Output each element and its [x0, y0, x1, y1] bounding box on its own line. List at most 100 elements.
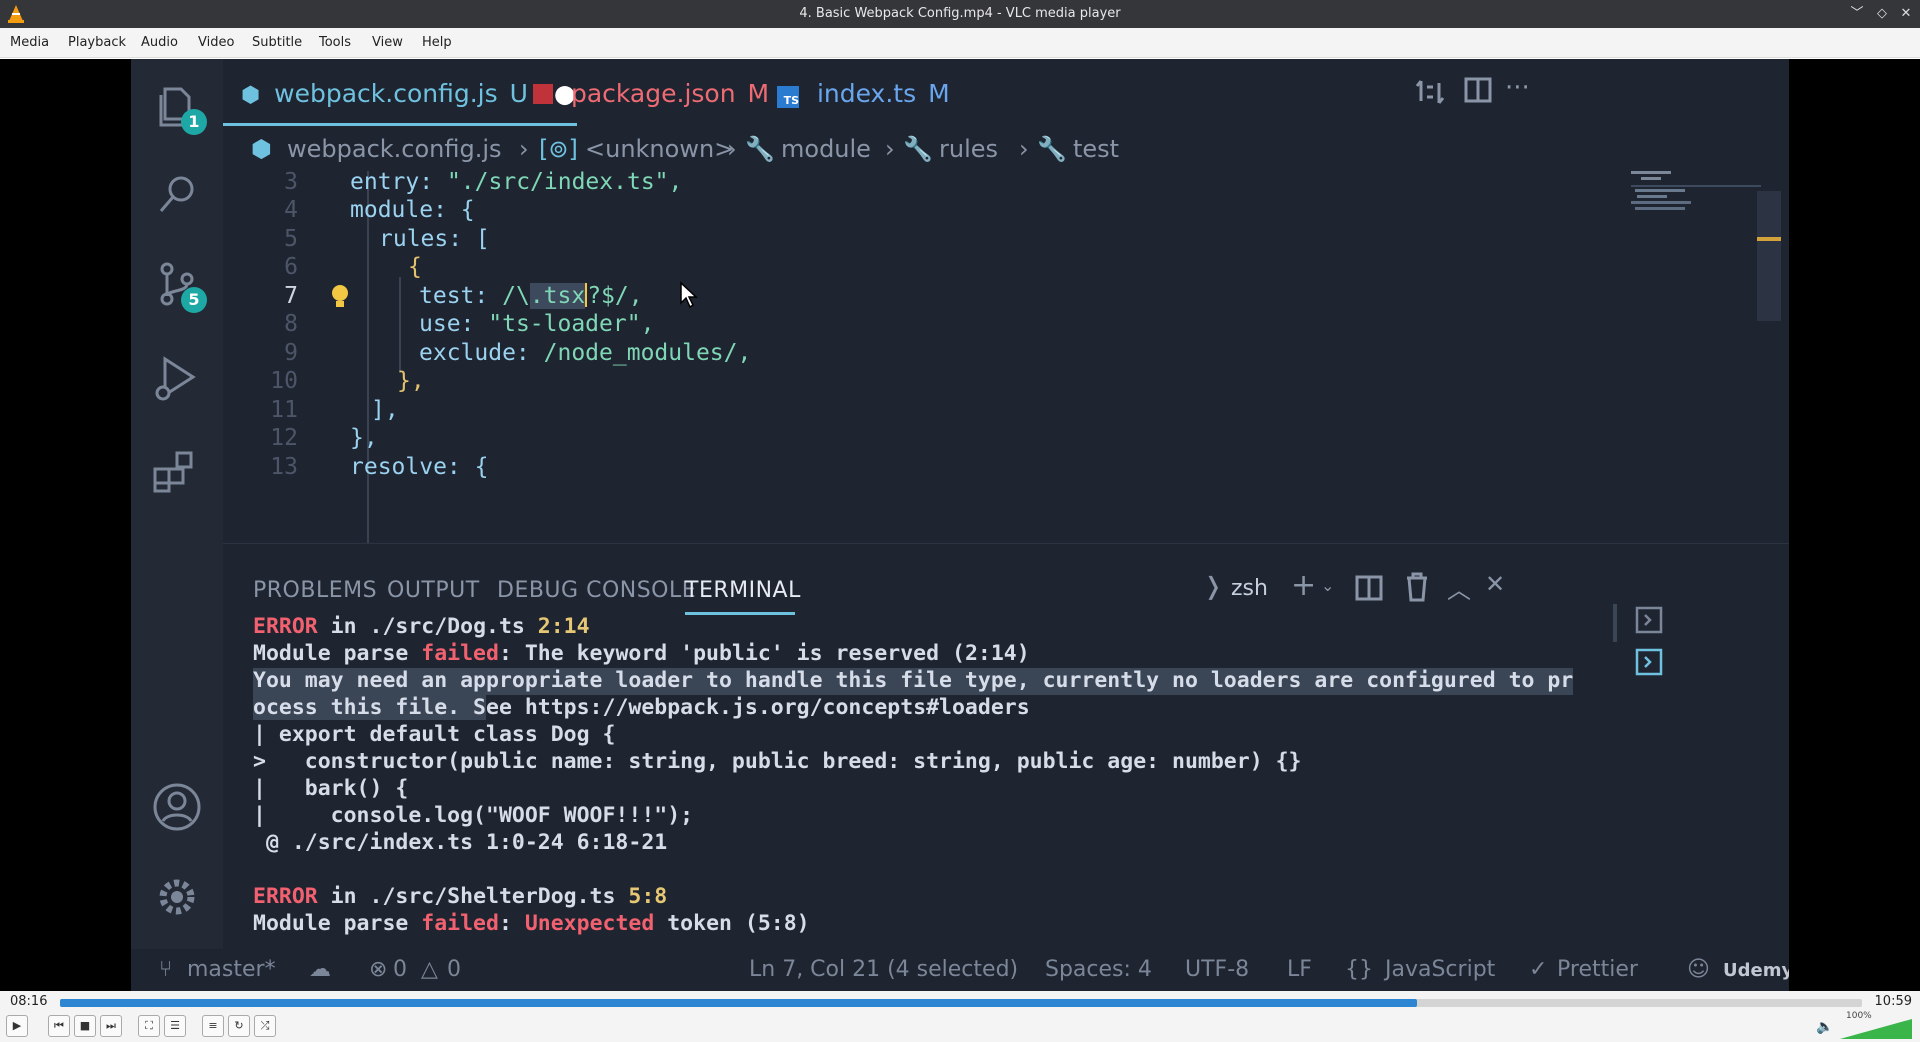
- menu-playback[interactable]: Playback: [68, 35, 126, 50]
- menu-bar: Media Playback Audio Video Subtitle Tool…: [0, 28, 1920, 58]
- terminal-line: > constructor(public name: string, publi…: [253, 749, 1302, 774]
- terminal-line: You may need an appropriate loader to ha…: [253, 668, 1574, 695]
- playback-controls: 08:16 10:59 ▶ ⏮ ■ ⏭ ⛶ ☰ ≡ ↻ ⤮ 🔈 100%: [0, 991, 1920, 1042]
- symbol-icon: [⊚]: [539, 135, 578, 163]
- warning-icon: △: [421, 957, 438, 982]
- total-time: 10:59: [1874, 994, 1912, 1009]
- new-terminal-icon[interactable]: +: [1291, 568, 1316, 603]
- tab-problems[interactable]: PROBLEMS: [253, 578, 377, 603]
- terminal-icon: ❭: [1203, 572, 1224, 600]
- braces-icon: {}: [1345, 957, 1373, 982]
- line-number: 10: [270, 368, 298, 394]
- status-branch: master*: [187, 957, 276, 982]
- elapsed-time: 08:16: [10, 994, 48, 1009]
- scrollbar-marker: [1757, 237, 1781, 241]
- split-terminal-icon[interactable]: [1355, 574, 1383, 602]
- code-line: entry: "./src/index.ts",: [350, 171, 683, 195]
- npm-file-icon: [533, 84, 553, 104]
- explorer-icon: 1: [151, 81, 207, 135]
- seek-bar[interactable]: [60, 999, 1862, 1007]
- tab-debug-console[interactable]: DEBUG CONSOLE: [497, 578, 696, 603]
- menu-tools[interactable]: Tools: [319, 35, 351, 50]
- menu-video[interactable]: Video: [198, 35, 234, 50]
- speaker-icon[interactable]: 🔈: [1816, 1019, 1833, 1035]
- line-number: 5: [284, 226, 298, 252]
- close-icon[interactable]: ✕: [1896, 4, 1916, 24]
- tab-terminal[interactable]: TERMINAL: [685, 578, 801, 603]
- code-line: rules: [: [379, 226, 490, 252]
- status-encoding: UTF-8: [1185, 957, 1250, 982]
- wrench-icon: 🔧: [745, 135, 775, 163]
- terminal-line: Module parse failed: The keyword 'public…: [253, 641, 1030, 666]
- window-title: 4. Basic Webpack Config.mp4 - VLC media …: [799, 6, 1121, 21]
- menu-view[interactable]: View: [372, 35, 403, 50]
- terminal-line: | export default class Dog {: [253, 722, 616, 747]
- code-line: },: [350, 425, 378, 451]
- menu-subtitle[interactable]: Subtitle: [252, 35, 302, 50]
- status-indentation: Spaces: 4: [1045, 957, 1152, 982]
- status-warnings: 0: [447, 957, 461, 982]
- shuffle-button[interactable]: ⤮: [254, 1015, 276, 1037]
- title-bar: 4. Basic Webpack Config.mp4 - VLC media …: [0, 0, 1920, 28]
- webpack-file-icon: ⬢: [241, 83, 261, 108]
- status-errors: 0: [393, 957, 407, 982]
- play-button[interactable]: ▶: [6, 1015, 28, 1037]
- fullscreen-button[interactable]: ⛶: [138, 1015, 160, 1037]
- line-number: 7: [284, 283, 298, 309]
- lightbulb-icon[interactable]: [329, 283, 351, 311]
- status-cursor-position: Ln 7, Col 21 (4 selected): [749, 957, 1019, 982]
- volume-level: [1840, 1019, 1912, 1039]
- code-line: {: [408, 254, 422, 280]
- code-line: resolve: {: [350, 454, 489, 480]
- close-panel-icon[interactable]: ✕: [1485, 570, 1505, 598]
- line-number: 8: [284, 311, 298, 337]
- line-number: 6: [284, 254, 298, 280]
- line-number: 11: [270, 397, 298, 423]
- vscode-frame: 1 5 ⬢ webpack.config.js U ● package.json…: [131, 59, 1789, 991]
- chevron-down-icon[interactable]: ⌄: [1321, 576, 1334, 595]
- maximize-panel-icon[interactable]: ︿: [1447, 570, 1471, 605]
- terminal-line: ERROR in ./src/Dog.ts 2:14: [253, 614, 590, 639]
- tab-output[interactable]: OUTPUT: [387, 578, 480, 603]
- minimize-icon[interactable]: ﹀: [1847, 4, 1867, 24]
- terminal-line: | console.log("WOOF WOOF!!!");: [253, 803, 694, 828]
- extended-settings-button[interactable]: ☰: [164, 1015, 186, 1037]
- status-bar: ⑂ master* ☁ ⊗ 0 △ 0 Ln 7, Col 21 (4 sele…: [131, 949, 1789, 991]
- terminal-line: | bark() {: [253, 776, 409, 801]
- stop-button[interactable]: ■: [74, 1015, 96, 1037]
- menu-help[interactable]: Help: [422, 35, 452, 50]
- udemy-watermark: Udemy: [1723, 960, 1789, 981]
- compare-changes-icon: [1415, 80, 1445, 104]
- terminal-output[interactable]: ERROR in ./src/Dog.ts 2:14 Module parse …: [253, 614, 1653, 944]
- indent-guide: [399, 277, 401, 373]
- trash-icon[interactable]: [1403, 572, 1431, 602]
- editor-scrollbar[interactable]: [1757, 191, 1781, 321]
- explorer-badge: 1: [181, 109, 207, 135]
- terminal-shell-label[interactable]: zsh: [1231, 576, 1268, 601]
- loop-button[interactable]: ↻: [228, 1015, 250, 1037]
- line-number: 9: [284, 340, 298, 366]
- terminal-line: ocess this file. See https://webpack.js.…: [253, 695, 1030, 720]
- git-branch-icon: ⑂: [159, 957, 173, 982]
- next-button[interactable]: ⏭: [100, 1015, 122, 1037]
- playlist-button[interactable]: ≡: [202, 1015, 224, 1037]
- maximize-icon[interactable]: ◇: [1872, 4, 1892, 24]
- code-editor[interactable]: 3 4 5 6 7 8 9 10 11 12 13 entry: "./src/…: [223, 171, 1789, 543]
- tab-package-json: package.json M: [533, 79, 769, 119]
- chevron-right-icon: ›: [885, 135, 895, 163]
- menu-media[interactable]: Media: [10, 35, 49, 50]
- minimap[interactable]: [1631, 171, 1761, 271]
- video-area[interactable]: 1 5 ⬢ webpack.config.js U ● package.json…: [0, 59, 1920, 991]
- active-tab-indicator: [223, 123, 577, 126]
- settings-gear-icon: [151, 871, 203, 923]
- tab-index-ts: TS index.ts M: [777, 79, 950, 119]
- menu-audio[interactable]: Audio: [141, 35, 178, 50]
- bottom-panel: PROBLEMS OUTPUT DEBUG CONSOLE TERMINAL ❭…: [223, 543, 1789, 949]
- terminal-line: Module parse failed: Unexpected token (5…: [253, 911, 810, 936]
- tab-webpack-config: ⬢ webpack.config.js U ●: [241, 79, 576, 108]
- code-line: test: /\.tsx?$/,: [419, 283, 643, 309]
- volume-slider[interactable]: [1840, 1013, 1912, 1039]
- previous-button[interactable]: ⏮: [48, 1015, 70, 1037]
- activity-bar: 1 5: [131, 59, 223, 949]
- account-icon: [151, 781, 203, 833]
